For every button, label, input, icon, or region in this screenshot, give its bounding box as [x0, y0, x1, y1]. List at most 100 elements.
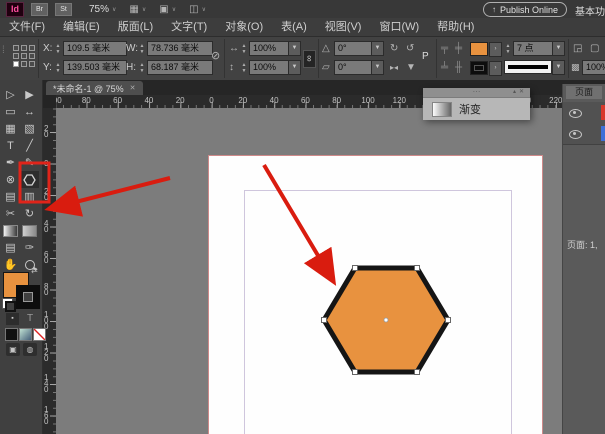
stroke-color-swatch[interactable] [470, 61, 488, 75]
scale-x-stepper[interactable]: ▲▼ [240, 43, 248, 55]
menu-item[interactable]: 视图(V) [316, 18, 371, 36]
rotate-cw-icon[interactable]: ↻ [390, 41, 398, 56]
page-tool[interactable]: ▭ [1, 103, 20, 120]
pencil-tool[interactable]: ✎ [20, 154, 39, 171]
align-vertical-icon[interactable]: ╧ [441, 60, 448, 75]
scale-y-field[interactable]: 100% [249, 60, 293, 75]
menu-item[interactable]: 版面(L) [109, 18, 162, 36]
gradient-feather-tool[interactable] [20, 222, 39, 239]
chevron-down-icon[interactable]: ▼ [371, 41, 384, 56]
gradient-swatch-icon[interactable] [432, 102, 452, 117]
table-tool[interactable]: ▤ [1, 188, 20, 205]
chevron-down-icon[interactable]: ▼ [371, 60, 384, 75]
fill-options-arrow[interactable]: › [489, 42, 502, 57]
stroke-proxy-swatch[interactable] [16, 285, 40, 309]
arrange-windows-dropdown[interactable]: ◫ ∨ [189, 4, 206, 15]
pasteboard[interactable] [56, 108, 605, 434]
bridge-button[interactable]: Br [31, 3, 48, 16]
menu-item[interactable]: 文字(T) [162, 18, 216, 36]
apply-gradient-button[interactable] [19, 328, 32, 341]
y-field[interactable]: 139.503 毫米 [63, 60, 127, 75]
gradient-swatch-tool[interactable] [1, 222, 20, 239]
menu-item[interactable]: 帮助(H) [428, 18, 483, 36]
swap-fill-stroke-icon[interactable]: ⇄ [31, 266, 38, 275]
note-tool[interactable]: ▤ [1, 239, 20, 256]
content-placer-tool[interactable]: ▧ [20, 120, 39, 137]
h-stepper[interactable]: ▲▼ [138, 62, 146, 74]
preview-mode-button[interactable]: ◍ [23, 343, 37, 356]
eyedropper-tool[interactable]: ✑ [20, 239, 39, 256]
fill-color-swatch[interactable] [470, 42, 488, 56]
rectangle-frame-tool[interactable]: ⊗ [1, 171, 20, 188]
visibility-eye-icon[interactable] [569, 130, 582, 139]
w-stepper[interactable]: ▲▼ [138, 43, 146, 55]
type-tool[interactable]: T [1, 137, 20, 154]
x-field[interactable]: 109.5 毫米 [63, 41, 127, 56]
direct-selection-tool[interactable]: ▶ [20, 86, 39, 103]
menu-item[interactable]: 窗口(W) [370, 18, 428, 36]
chevron-down-icon[interactable]: ▼ [552, 41, 565, 56]
corner-shape-icon[interactable]: ▢ [590, 41, 599, 56]
constrain-dimensions-icon[interactable]: ⊘ [211, 49, 220, 64]
menu-item[interactable]: 对象(O) [216, 18, 272, 36]
chevron-down-icon[interactable]: ▼ [288, 41, 301, 56]
h-field[interactable]: 68.187 毫米 [147, 60, 213, 75]
publish-online-button[interactable]: ↑ Publish Online [483, 2, 567, 17]
view-options-dropdown[interactable]: ▦ ∨ [129, 4, 146, 15]
y-stepper[interactable]: ▲▼ [54, 62, 62, 74]
apply-none-button[interactable] [33, 328, 46, 341]
shear-angle-field[interactable]: 0° [334, 60, 376, 75]
reference-point-proxy[interactable] [13, 45, 35, 67]
scissors-tool[interactable]: ✂ [1, 205, 20, 222]
menu-item[interactable]: 编辑(E) [54, 18, 109, 36]
distribute-icon[interactable]: ╪ [455, 41, 462, 56]
constrain-scale-link-icon[interactable]: ∞ [303, 50, 316, 68]
selection-tool[interactable]: ▷ [1, 86, 20, 103]
zoom-level-dropdown[interactable]: 75% ∨ [85, 4, 116, 15]
line-tool[interactable]: ╱ [20, 137, 39, 154]
chevron-down-icon[interactable]: ▼ [288, 60, 301, 75]
formatting-affects-text-icon[interactable]: T [27, 313, 33, 324]
workspace-switcher[interactable]: 基本功能 [575, 3, 605, 18]
corner-options-icon[interactable]: ◲ [573, 41, 582, 56]
frame-grid-tool[interactable]: ▥ [20, 188, 39, 205]
gradient-panel-header[interactable]: ⋯ ▴✕ [423, 88, 530, 98]
content-collector-tool[interactable]: ▦ [1, 120, 20, 137]
distribute-vertical-icon[interactable]: ╫ [455, 60, 462, 75]
flip-vertical-icon[interactable]: ▼ [406, 60, 416, 75]
x-stepper[interactable]: ▲▼ [54, 43, 62, 55]
scale-y-stepper[interactable]: ▲▼ [240, 62, 248, 74]
align-icon[interactable]: ╤ [441, 41, 448, 56]
ruler-origin-corner[interactable] [42, 95, 56, 108]
hand-tool[interactable]: ✋ [1, 256, 20, 273]
polygon-tool[interactable] [20, 171, 39, 188]
rotate-ccw-icon[interactable]: ↺ [406, 41, 414, 56]
document-tab[interactable]: *未命名-1 @ 75% ✕ [46, 81, 143, 95]
close-icon[interactable]: ✕ [519, 89, 527, 95]
menu-item[interactable]: 文件(F) [0, 18, 54, 36]
default-fill-stroke-icon[interactable] [2, 298, 13, 309]
rotation-angle-field[interactable]: 0° [334, 41, 376, 56]
stroke-style-field[interactable] [504, 60, 552, 74]
w-field[interactable]: 78.736 毫米 [147, 41, 213, 56]
free-transform-tool[interactable]: ↻ [20, 205, 39, 222]
formatting-affects-container-icon[interactable]: ▪ [6, 313, 19, 325]
stroke-weight-field[interactable]: 7 点 [513, 41, 557, 56]
hexagon-object[interactable] [316, 260, 456, 380]
opacity-field[interactable]: 100% [582, 60, 605, 75]
stroke-weight-stepper[interactable]: ▲▼ [504, 43, 512, 55]
gap-tool[interactable]: ↔ [20, 103, 39, 120]
pen-tool[interactable]: ✒ [1, 154, 20, 171]
pages-panel-tab[interactable]: 页面 [566, 86, 602, 99]
chevron-down-icon[interactable]: ▼ [552, 60, 565, 75]
vertical-ruler[interactable]: 2 002 04 06 08 01 0 01 2 01 4 01 6 0 [42, 108, 56, 434]
panel-row[interactable] [563, 123, 605, 145]
flip-horizontal-icon[interactable]: ▸◂ [390, 60, 398, 75]
visibility-eye-icon[interactable] [569, 109, 582, 118]
gradient-panel[interactable]: ⋯ ▴✕ 渐变 [423, 88, 530, 119]
stroke-options-arrow[interactable]: › [489, 61, 502, 76]
stock-button[interactable]: St [55, 3, 72, 16]
normal-view-mode-button[interactable]: ▣ [6, 343, 20, 356]
apply-color-button[interactable] [5, 328, 18, 341]
scale-x-field[interactable]: 100% [249, 41, 293, 56]
